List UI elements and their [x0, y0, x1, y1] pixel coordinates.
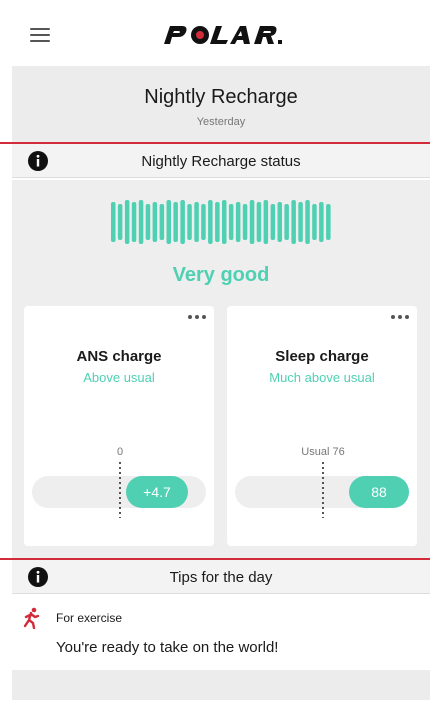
- status-area: Very good ANS charge Above usual 0 +4.7 …: [12, 180, 430, 558]
- recharge-bar: [180, 200, 185, 244]
- recharge-bar: [117, 204, 123, 240]
- recharge-bar: [145, 204, 151, 240]
- recharge-bar: [194, 202, 199, 242]
- tip-text: You're ready to take on the world!: [56, 639, 279, 656]
- recharge-bar: [159, 204, 165, 240]
- tips-section-title: Tips for the day: [169, 569, 273, 586]
- sleep-charge-card[interactable]: Sleep charge Much above usual Usual 76 8…: [227, 306, 417, 546]
- recharge-bar: [111, 202, 116, 242]
- page-subtitle: Yesterday: [196, 116, 246, 128]
- ans-charge-card[interactable]: ANS charge Above usual 0 +4.7: [24, 306, 214, 546]
- ans-scale-label: 0: [116, 446, 124, 458]
- sleep-gauge-value: 88: [349, 476, 409, 508]
- recharge-bar: [242, 204, 248, 240]
- ans-gauge-marker: [119, 462, 121, 518]
- sleep-gauge-marker: [322, 462, 324, 518]
- more-dots-icon[interactable]: [186, 312, 208, 322]
- recharge-bar: [263, 200, 269, 244]
- sleep-charge-title: Sleep charge: [275, 348, 369, 365]
- recharge-bars: [111, 200, 331, 244]
- recharge-bar: [312, 204, 317, 240]
- sleep-charge-subtitle: Much above usual: [269, 370, 375, 385]
- runner-icon: [23, 607, 40, 629]
- recharge-bar: [326, 204, 331, 240]
- recharge-bar: [228, 204, 234, 240]
- more-dots-icon[interactable]: [389, 312, 411, 322]
- recharge-bar: [277, 202, 282, 242]
- recharge-bar: [270, 204, 276, 240]
- recharge-bar: [305, 200, 310, 244]
- status-section-bar: Nightly Recharge status: [12, 144, 430, 178]
- recharge-bar: [222, 200, 227, 244]
- ans-gauge-value: +4.7: [126, 476, 188, 508]
- recharge-bar: [201, 204, 206, 240]
- bottom-band: [12, 670, 430, 700]
- ans-charge-title: ANS charge: [76, 348, 162, 365]
- sleep-scale-label: Usual 76: [301, 446, 345, 458]
- tip-category: For exercise: [56, 611, 123, 625]
- page-title: Nightly Recharge: [144, 86, 298, 108]
- recharge-bar: [249, 200, 255, 244]
- recharge-bar: [256, 202, 262, 242]
- recharge-bar: [124, 200, 130, 244]
- recharge-bar: [319, 202, 324, 242]
- hamburger-icon[interactable]: [30, 28, 50, 42]
- recharge-bar: [235, 202, 241, 242]
- recharge-bar: [208, 200, 213, 244]
- tips-section-bar: Tips for the day: [12, 560, 430, 594]
- recharge-bar: [138, 200, 144, 244]
- polar-logo: [164, 26, 282, 44]
- recharge-bar: [152, 202, 158, 242]
- page-header: Nightly Recharge Yesterday: [12, 66, 430, 142]
- recharge-bar: [187, 204, 192, 240]
- recharge-bar: [166, 200, 171, 244]
- tip-item[interactable]: For exercise You're ready to take on the…: [12, 595, 430, 670]
- ans-charge-subtitle: Above usual: [83, 370, 155, 385]
- status-section-title: Nightly Recharge status: [141, 153, 301, 170]
- recharge-bar: [291, 200, 296, 244]
- recharge-bar: [215, 202, 220, 242]
- recharge-bar: [131, 202, 137, 242]
- recharge-bar: [173, 202, 178, 242]
- recharge-bar: [298, 202, 303, 242]
- app-bar: [0, 0, 434, 66]
- status-rating: Very good: [172, 264, 270, 286]
- recharge-bar: [284, 204, 289, 240]
